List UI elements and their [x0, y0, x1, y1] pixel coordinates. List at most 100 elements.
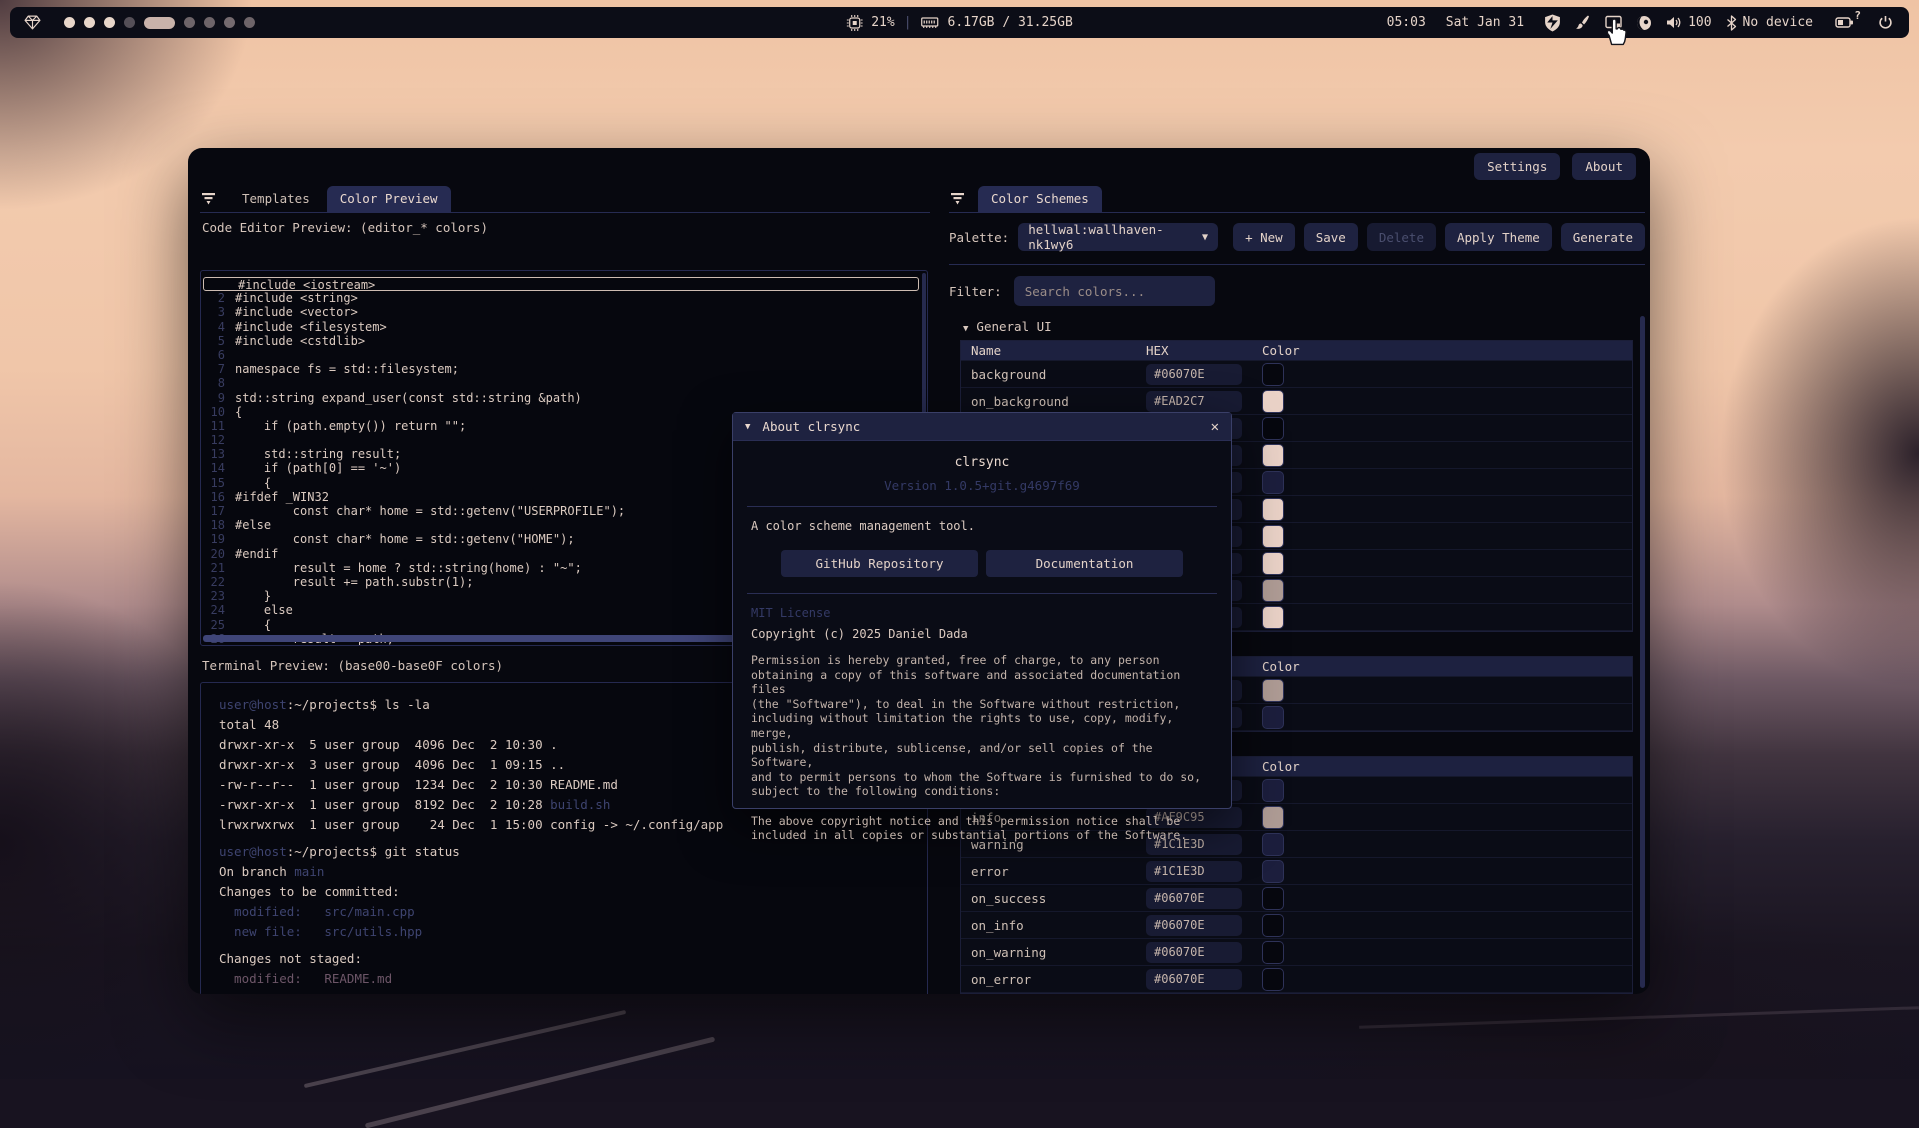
line-number: 5: [201, 334, 235, 348]
color-swatch[interactable]: [1262, 579, 1284, 602]
power-icon[interactable]: [1878, 15, 1893, 30]
hex-input[interactable]: #06070E: [1146, 969, 1242, 990]
screenshare-icon[interactable]: [1605, 15, 1622, 30]
save-button[interactable]: Save: [1304, 223, 1358, 251]
collapse-triangle-icon: ▼: [963, 324, 968, 334]
terminal-token: -rwxr-xr-x 1 user group 8192 Dec 2 10:28: [219, 797, 550, 812]
github-repository-button[interactable]: GitHub Repository: [781, 550, 978, 577]
clock: 05:03: [1387, 15, 1426, 30]
terminal-token: lrwxrwxrwx 1 user group 24 Dec 1 15:00 c…: [219, 817, 723, 832]
color-cell: [1262, 833, 1632, 856]
hex-input[interactable]: #06070E: [1146, 915, 1242, 936]
code-token: 1: [452, 575, 459, 589]
bluetooth-icon[interactable]: [1726, 15, 1737, 31]
code-token: );: [611, 504, 625, 518]
color-swatch[interactable]: [1262, 363, 1284, 386]
workspace-dot[interactable]: [84, 17, 95, 28]
search-colors-input[interactable]: [1014, 276, 1215, 306]
tab-color-preview[interactable]: Color Preview: [327, 186, 451, 212]
close-icon[interactable]: ✕: [1211, 419, 1219, 435]
platform-edge: [1359, 1006, 1919, 1029]
workspace-dot[interactable]: [244, 17, 255, 28]
apply-theme-button[interactable]: Apply Theme: [1445, 223, 1552, 251]
color-row: on_background#EAD2C7: [961, 388, 1632, 415]
color-swatch[interactable]: [1262, 779, 1284, 802]
tab-templates[interactable]: Templates: [229, 186, 323, 212]
color-swatch[interactable]: [1262, 706, 1284, 729]
color-swatch[interactable]: [1262, 887, 1284, 910]
color-swatch[interactable]: [1262, 914, 1284, 937]
color-list-scrollbar[interactable]: [1640, 316, 1645, 988]
workspace-dot[interactable]: [204, 17, 215, 28]
collapse-triangle-icon[interactable]: ▼: [745, 422, 750, 432]
color-row: on_success#06070E: [961, 885, 1632, 912]
color-name: on_error: [961, 972, 1146, 987]
color-cell: [1262, 606, 1632, 629]
color-cell: [1262, 525, 1632, 548]
workspace-dot[interactable]: [124, 17, 135, 28]
palette-dropdown[interactable]: hellwal:wallhaven-nk1wy6 ▼: [1018, 223, 1218, 251]
night-light-icon[interactable]: [1636, 15, 1652, 31]
color-row: on_warning#06070E: [961, 939, 1632, 966]
tab-color-schemes[interactable]: Color Schemes: [978, 186, 1102, 212]
color-swatch[interactable]: [1262, 833, 1284, 856]
brush-icon[interactable]: [1575, 14, 1591, 31]
color-swatch[interactable]: [1262, 525, 1284, 548]
color-swatch[interactable]: [1262, 968, 1284, 991]
color-swatch[interactable]: [1262, 941, 1284, 964]
line-number: 1: [204, 278, 238, 290]
color-swatch[interactable]: [1262, 417, 1284, 440]
workspace-dot[interactable]: [224, 17, 235, 28]
color-cell: [1262, 417, 1632, 440]
color-swatch[interactable]: [1262, 498, 1284, 521]
about-button[interactable]: About: [1572, 153, 1636, 180]
hex-cell: #06070E: [1146, 969, 1262, 990]
hex-input[interactable]: #EAD2C7: [1146, 391, 1242, 412]
color-cell: [1262, 498, 1632, 521]
hex-input[interactable]: #1C1E3D: [1146, 861, 1242, 882]
color-swatch[interactable]: [1262, 471, 1284, 494]
shield-icon[interactable]: [1544, 14, 1561, 32]
battery-unknown-icon[interactable]: ?: [1835, 16, 1854, 29]
launcher-gem-icon[interactable]: [24, 14, 41, 31]
color-swatch[interactable]: [1262, 552, 1284, 575]
code-token: const char* home = std::getenv(: [235, 504, 517, 518]
terminal-line: On branch main: [219, 862, 927, 882]
workspace-pill[interactable]: [144, 17, 175, 29]
line-number: 24: [201, 603, 235, 617]
code-line: 3#include <vector>: [201, 305, 927, 319]
color-name: background: [961, 367, 1146, 382]
hex-input[interactable]: #06070E: [1146, 364, 1242, 385]
column-header-hex: HEX: [1146, 343, 1262, 358]
color-swatch[interactable]: [1262, 806, 1284, 829]
color-swatch[interactable]: [1262, 860, 1284, 883]
hex-input[interactable]: #06070E: [1146, 942, 1242, 963]
terminal-line: modified: src/main.cpp: [219, 902, 927, 922]
filter-funnel-icon: [951, 192, 964, 205]
code-token: "USERPROFILE": [517, 504, 611, 518]
workspace-dot[interactable]: [64, 17, 75, 28]
workspace-dots: [64, 17, 255, 29]
hex-input[interactable]: #06070E: [1146, 888, 1242, 909]
delete-button[interactable]: Delete: [1367, 223, 1436, 251]
line-number: 7: [201, 362, 235, 376]
color-cell: [1262, 706, 1632, 729]
documentation-button[interactable]: Documentation: [986, 550, 1183, 577]
color-swatch[interactable]: [1262, 679, 1284, 702]
settings-button[interactable]: Settings: [1474, 153, 1560, 180]
column-header-color: Color: [1262, 343, 1632, 358]
workspace-dot[interactable]: [104, 17, 115, 28]
dialog-titlebar[interactable]: ▼ About clrsync ✕: [733, 413, 1231, 441]
line-number: 20: [201, 547, 235, 561]
railway-track: [304, 1010, 626, 1088]
generate-button[interactable]: Generate: [1561, 223, 1645, 251]
new-button[interactable]: + New: [1233, 223, 1295, 251]
color-swatch[interactable]: [1262, 444, 1284, 467]
date: Sat Jan 31: [1446, 15, 1524, 30]
section-title[interactable]: ▼General UI: [963, 318, 1633, 336]
color-cell: [1262, 444, 1632, 467]
color-swatch[interactable]: [1262, 606, 1284, 629]
color-swatch[interactable]: [1262, 390, 1284, 413]
volume-icon[interactable]: [1666, 15, 1682, 30]
workspace-dot[interactable]: [184, 17, 195, 28]
